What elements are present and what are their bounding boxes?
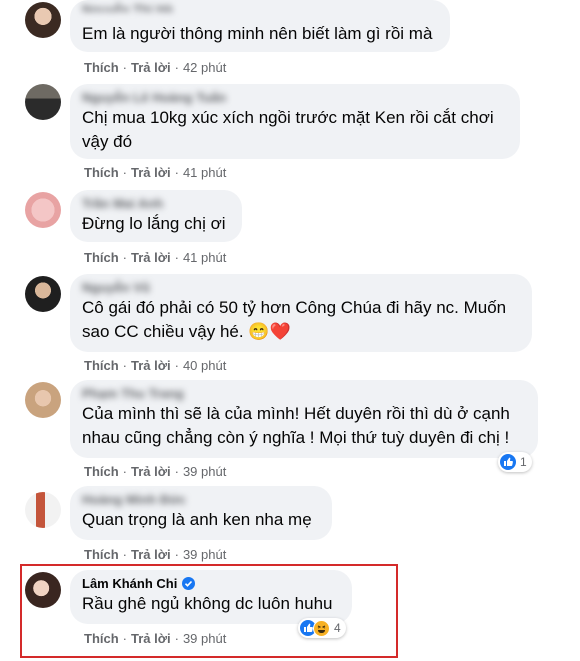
reply-button[interactable]: Trả lời: [131, 165, 171, 180]
comment-text: Quan trọng là anh ken nha mẹ: [82, 510, 312, 529]
reply-button[interactable]: Trả lời: [131, 547, 171, 562]
avatar[interactable]: [25, 192, 61, 228]
reaction-summary[interactable]: 1: [498, 452, 532, 472]
comment-actions: Thích · Trả lời · 39 phút: [84, 631, 227, 646]
reaction-summary[interactable]: 4: [298, 618, 346, 638]
comment-text: Em là người thông minh nên biết làm gì r…: [82, 24, 433, 43]
verified-badge-icon: [182, 577, 196, 590]
comment-actions: Thích · Trả lời · 39 phút: [84, 464, 227, 479]
comment-bubble: Lâm Khánh Chi Rầu ghê ngủ không dc luôn …: [70, 570, 352, 624]
haha-reaction-icon: [313, 619, 330, 637]
like-reaction-icon: [500, 454, 516, 470]
like-button[interactable]: Thích: [84, 631, 119, 646]
comment-time[interactable]: 41 phút: [183, 165, 226, 180]
comment-bubble: Phạm Thu Trang Của mình thì sẽ là của mì…: [70, 380, 538, 458]
comment-text: sao CC chiều vậy hé. 😁❤️: [82, 322, 291, 341]
comment-actions: Thích · Trả lời · 41 phút: [84, 250, 227, 265]
comment-time[interactable]: 41 phút: [183, 250, 226, 265]
reply-button[interactable]: Trả lời: [131, 464, 171, 479]
comment-bubble: Nguyễn Vũ Cô gái đó phải có 50 tỷ hơn Cô…: [70, 274, 532, 352]
like-button[interactable]: Thích: [84, 547, 119, 562]
comment-text: vậy đó: [82, 132, 133, 151]
comment-text: Cô gái đó phải có 50 tỷ hơn Công Chúa đi…: [82, 298, 507, 317]
reply-button[interactable]: Trả lời: [131, 60, 171, 75]
reply-button[interactable]: Trả lời: [131, 358, 171, 373]
comment-bubble: Hoàng Minh Đức Quan trọng là anh ken nha…: [70, 486, 332, 540]
comment-text: Đừng lo lắng chị ơi: [82, 214, 226, 233]
avatar[interactable]: [25, 84, 61, 120]
comment-time[interactable]: 39 phút: [183, 631, 226, 646]
comment-actions: Thích · Trả lời · 39 phút: [84, 547, 227, 562]
avatar[interactable]: [25, 492, 61, 528]
commenter-name[interactable]: Lâm Khánh Chi: [82, 576, 340, 592]
comment-bubble: Nguyễn Lê Hoàng Tuấn Chị mua 10kg xúc xí…: [70, 84, 520, 159]
comment-time[interactable]: 39 phút: [183, 464, 226, 479]
like-button[interactable]: Thích: [84, 250, 119, 265]
avatar[interactable]: [25, 572, 61, 608]
avatar[interactable]: [25, 382, 61, 418]
like-button[interactable]: Thích: [84, 358, 119, 373]
commenter-name[interactable]: Phạm Thu Trang: [82, 386, 526, 402]
like-button[interactable]: Thích: [84, 60, 119, 75]
reaction-count: 1: [520, 455, 527, 469]
avatar[interactable]: [25, 2, 61, 38]
commenter-name[interactable]: Nguyễn Thị Hà: [82, 2, 438, 12]
comment-actions: Thích · Trả lời · 41 phút: [84, 165, 227, 180]
comment-actions: Thích · Trả lời · 40 phút: [84, 358, 227, 373]
comment-actions: Thích · Trả lời · 42 phút: [84, 60, 227, 75]
commenter-name-text[interactable]: Lâm Khánh Chi: [82, 576, 177, 591]
comment-time[interactable]: 39 phút: [183, 547, 226, 562]
reply-button[interactable]: Trả lời: [131, 250, 171, 265]
comment-text: Rầu ghê ngủ không dc luôn huhu: [82, 594, 333, 613]
comment-bubble: Trần Mai Anh Đừng lo lắng chị ơi: [70, 190, 242, 242]
commenter-name[interactable]: Trần Mai Anh: [82, 196, 230, 212]
comment-time[interactable]: 40 phút: [183, 358, 226, 373]
reaction-count: 4: [334, 621, 341, 635]
commenter-name[interactable]: Hoàng Minh Đức: [82, 492, 320, 508]
comment-text: Của mình thì sẽ là của mình! Hết duyên r…: [82, 404, 510, 423]
commenter-name[interactable]: Nguyễn Vũ: [82, 280, 520, 296]
like-button[interactable]: Thích: [84, 165, 119, 180]
comment-time[interactable]: 42 phút: [183, 60, 226, 75]
reply-button[interactable]: Trả lời: [131, 631, 171, 646]
commenter-name[interactable]: Nguyễn Lê Hoàng Tuấn: [82, 90, 508, 106]
comment-text: nhau cũng chẳng còn ý nghĩa ! Mọi thứ tu…: [82, 428, 510, 447]
avatar[interactable]: [25, 276, 61, 312]
like-button[interactable]: Thích: [84, 464, 119, 479]
comment-bubble: Nguyễn Thị Hà Em là người thông minh nên…: [70, 0, 450, 52]
comment-text: Chị mua 10kg xúc xích ngồi trước mặt Ken…: [82, 108, 494, 127]
